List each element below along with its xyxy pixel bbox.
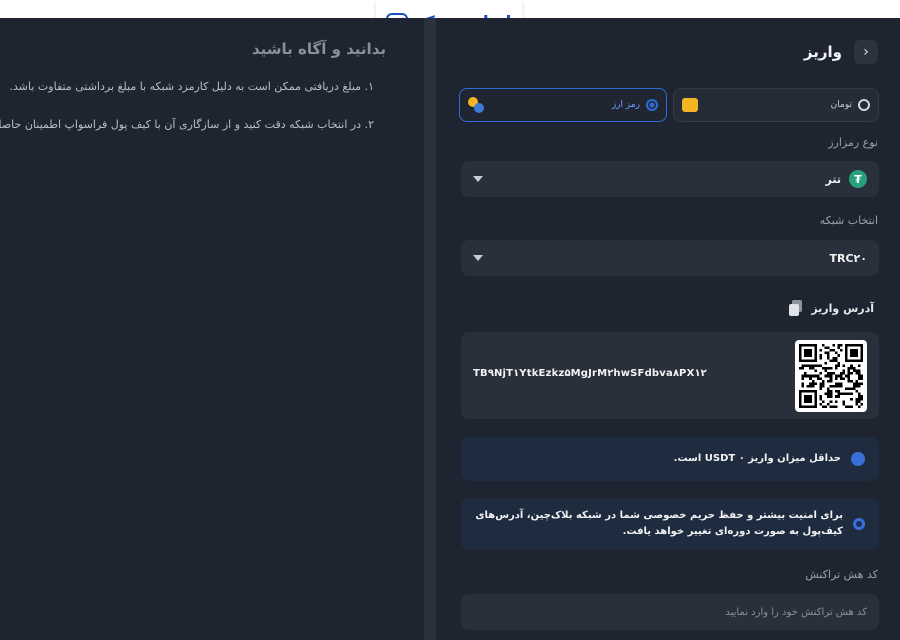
address-box: TB۹NjT۱YtkEzkz۵MgJrM۲hwSFdbva۸PX۱۲ [461,332,879,419]
crypto-type-select[interactable]: ₮ تتر [461,161,879,197]
chevron-down-icon [473,176,483,182]
chevron-right-icon: ‹ [863,44,869,60]
qr-code-image [799,344,863,408]
deposit-panel: ‹ واریز تومان رمز ارز نوع رمزارز ₮ تتر ا… [436,18,900,640]
crypto-type-value: تتر [825,172,841,186]
info-title: بدانید و آگاه باشید [251,40,386,58]
toman-coin-icon [682,98,698,112]
info-dot-icon [853,518,865,530]
back-button[interactable]: ‹ [854,40,878,64]
panel-divider [424,18,436,640]
notice-min-deposit: حداقل میزان واریز ۰ USDT است. [461,437,879,481]
network-label: انتخاب شبکه [819,214,878,227]
drop-icon [851,452,865,466]
tether-icon: ₮ [849,170,867,188]
qr-code [795,340,867,412]
notice-min-deposit-text: حداقل میزان واریز ۰ USDT است. [673,453,841,464]
network-select[interactable]: TRC۲۰ [461,240,879,276]
network-value: TRC۲۰ [829,251,867,265]
notice-privacy-text: برای امنیت بیشتر و حفظ حریم خصوصی شما در… [475,510,843,537]
chevron-down-icon [473,255,483,261]
info-note-2: ۲. در انتخاب شبکه دقت کنید و از سازگاری … [0,118,374,131]
notice-privacy: برای امنیت بیشتر و حفظ حریم خصوصی شما در… [461,498,879,550]
tab-crypto-label: رمز ارز [611,100,640,110]
page-title: واریز [803,43,842,61]
radio-toman[interactable] [858,99,870,111]
address-label-row: آدرس واریز [789,300,874,316]
crypto-type-label: نوع رمزارز [828,136,878,149]
info-note-1: ۱. مبلغ دریافتی ممکن است به دلیل کارمزد … [9,80,374,93]
tx-hash-label: کد هش تراکنش [805,568,878,581]
tab-toman-label: تومان [830,100,852,110]
deposit-header: ‹ واریز [804,40,878,64]
tab-crypto[interactable]: رمز ارز [459,88,667,122]
crypto-coins-icon [468,97,484,113]
address-label: آدرس واریز [811,301,874,315]
tab-toman[interactable]: تومان [673,88,879,122]
tx-hash-input[interactable] [461,594,879,630]
copy-icon[interactable] [789,300,803,316]
deposit-address[interactable]: TB۹NjT۱YtkEzkz۵MgJrM۲hwSFdbva۸PX۱۲ [473,368,707,379]
radio-crypto[interactable] [646,99,658,111]
info-panel: بدانید و آگاه باشید ۱. مبلغ دریافتی ممکن… [0,18,424,640]
